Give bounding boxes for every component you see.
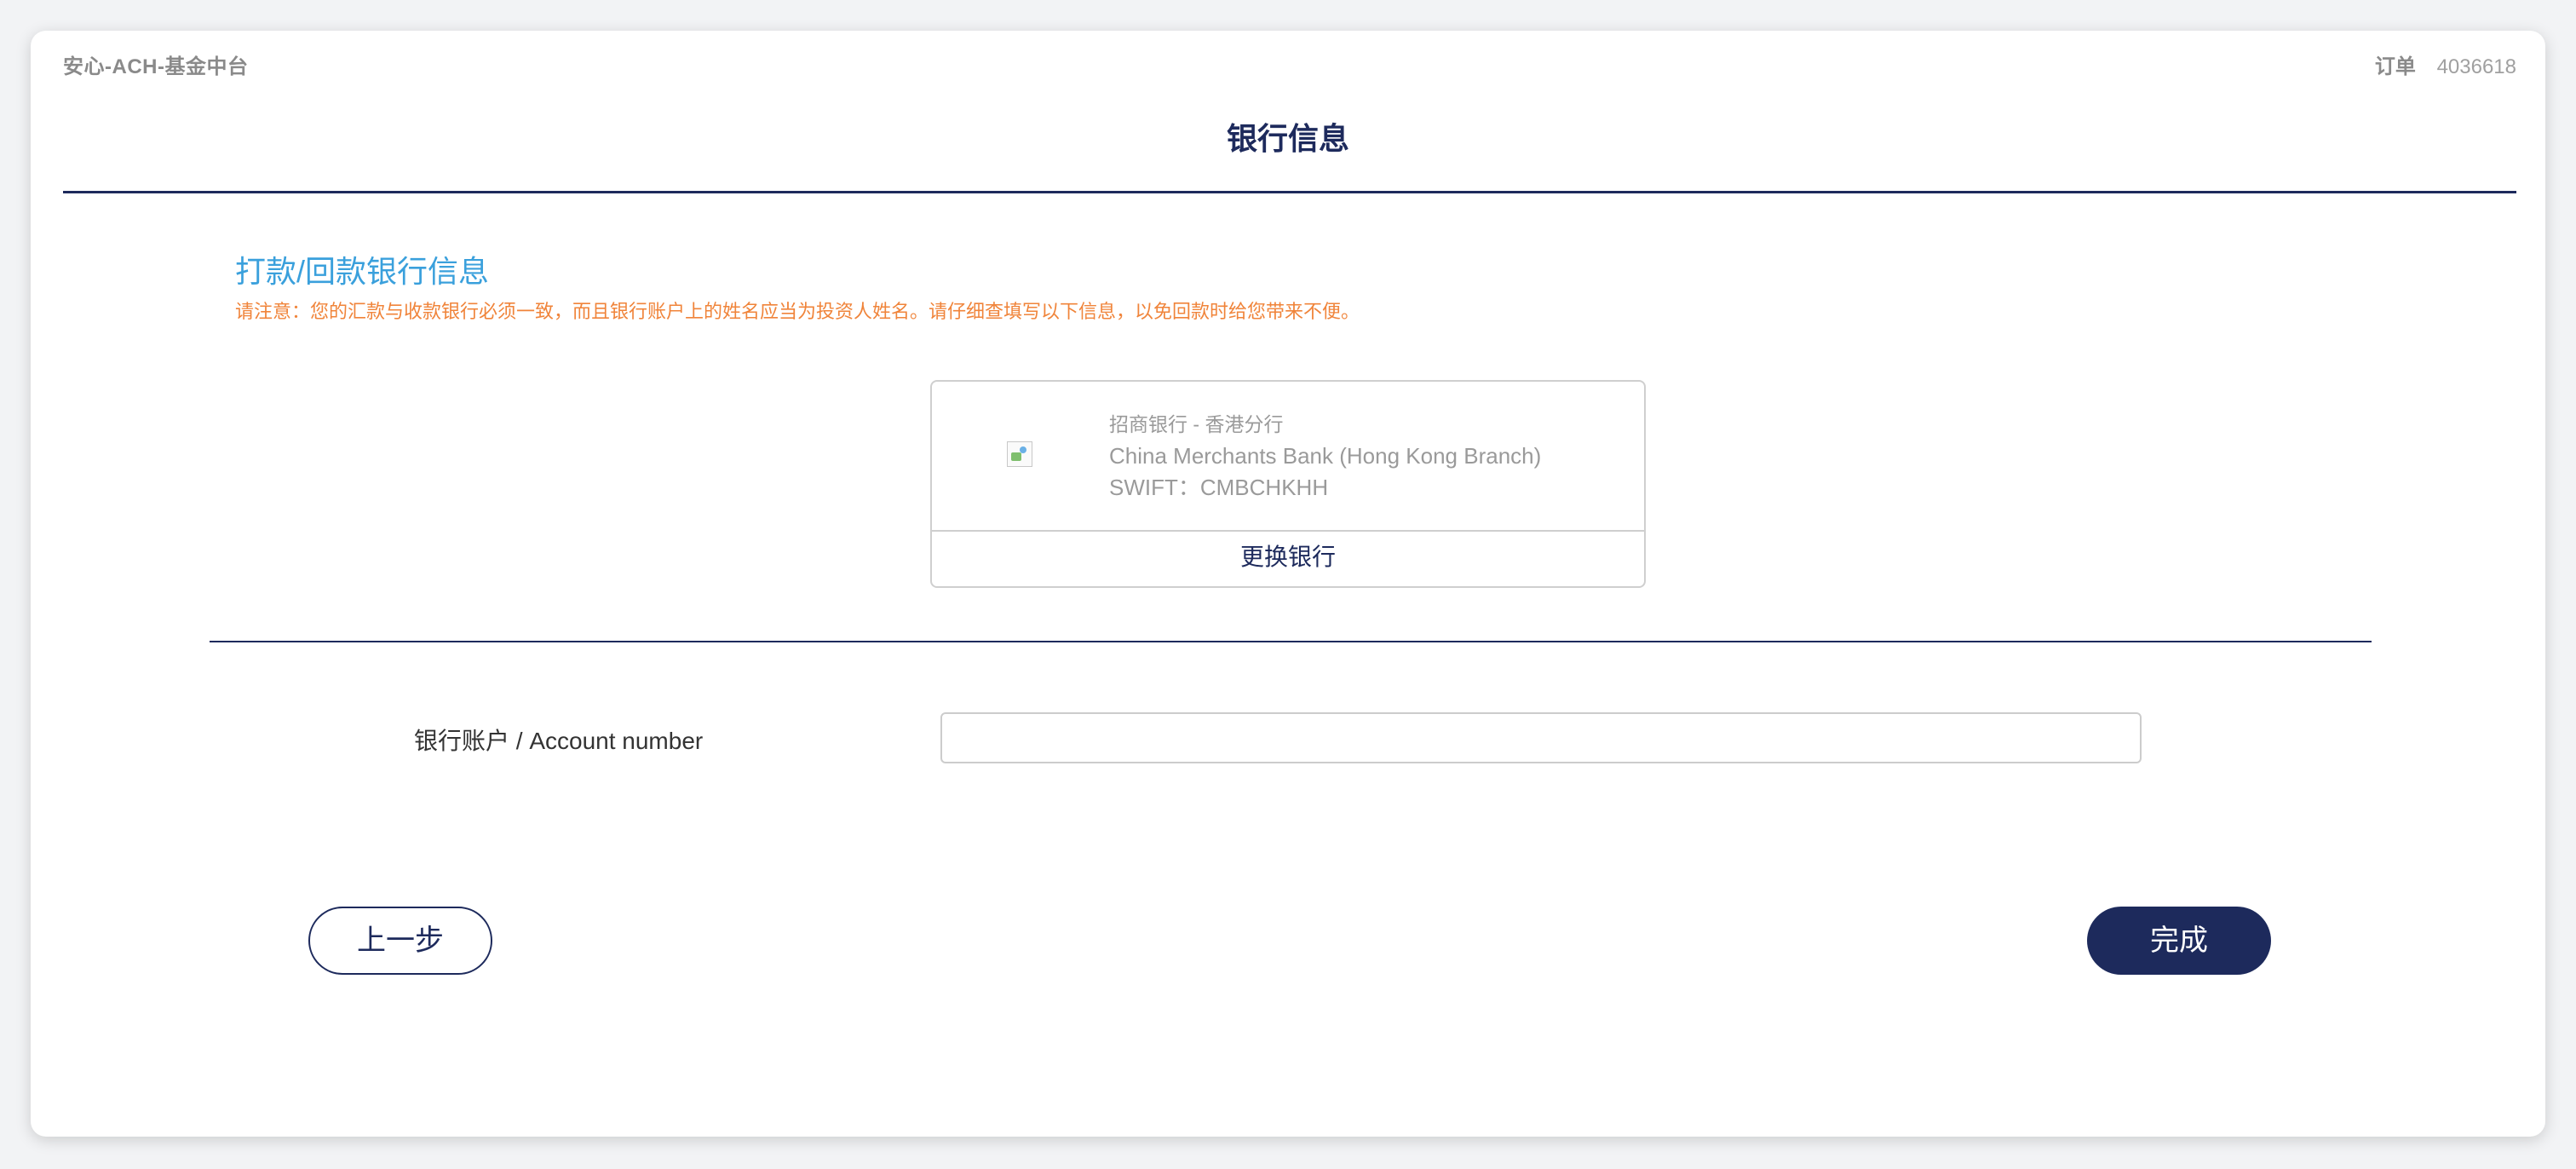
order-label: 订单: [2374, 55, 2416, 78]
section-divider: [210, 641, 2372, 642]
order-number: 4036618: [2436, 55, 2516, 78]
section-notice: 请注意：您的汇款与收款银行必须一致，而且银行账户上的姓名应当为投资人姓名。请仔细…: [235, 301, 1360, 322]
title-divider: [63, 191, 2516, 193]
account-number-input[interactable]: [940, 712, 2142, 763]
change-bank-button[interactable]: 更换银行: [932, 528, 1644, 586]
order-info: 订单 4036618: [2375, 49, 2516, 79]
prev-step-button[interactable]: 上一步: [308, 907, 492, 975]
bank-name-cn: 招商银行 - 香港分行: [1109, 413, 1284, 435]
bank-details: 招商银行 - 香港分行 China Merchants Bank (Hong K…: [1109, 409, 1541, 504]
bank-name-en: China Merchants Bank (Hong Kong Branch): [1109, 443, 1542, 469]
account-number-label: 银行账户 / Account number: [414, 728, 704, 754]
bank-card: 招商银行 - 香港分行 China Merchants Bank (Hong K…: [930, 380, 1646, 588]
bank-swift: SWIFT：CMBCHKHH: [1109, 475, 1329, 500]
bank-info-card: 安心-ACH-基金中台 订单 4036618 银行信息 打款/回款银行信息 请注…: [31, 31, 2545, 1137]
section-title: 打款/回款银行信息: [235, 254, 490, 289]
app-name: 安心-ACH-基金中台: [63, 55, 249, 78]
page-title: 银行信息: [1226, 121, 1349, 156]
broken-image-icon: [1007, 441, 1032, 467]
done-button[interactable]: 完成: [2087, 907, 2271, 975]
bank-info: 招商银行 - 香港分行 China Merchants Bank (Hong K…: [932, 382, 1644, 532]
